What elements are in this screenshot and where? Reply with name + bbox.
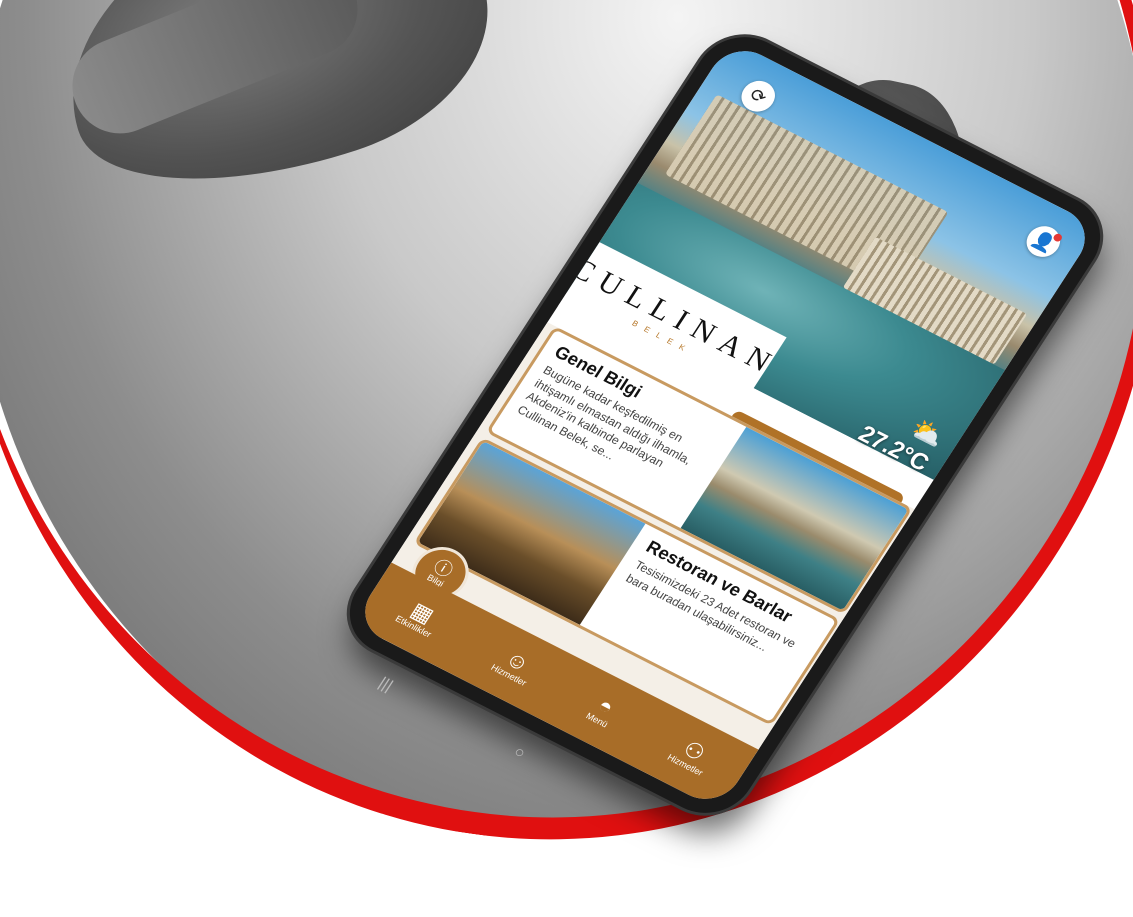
app-screen: ⟳ 👤 CULLINAN BELEK ⛅ 27.2°C Rezervasyon: [351, 39, 1099, 811]
phone-mockup: ⟳ 👤 CULLINAN BELEK ⛅ 27.2°C Rezervasyon: [0, 0, 1133, 843]
tab-menu[interactable]: ◓ Menü: [584, 692, 622, 730]
profile-button[interactable]: 👤: [1020, 220, 1067, 263]
tab-events[interactable]: ▦ Etkinlikler: [394, 595, 446, 639]
home-button[interactable]: ○: [510, 744, 528, 764]
refresh-icon: ⟳: [746, 83, 771, 108]
phone-body: ⟳ 👤 CULLINAN BELEK ⛅ 27.2°C Rezervasyon: [331, 21, 1119, 829]
recent-apps-button[interactable]: |||: [375, 675, 395, 696]
tab-services[interactable]: ☺ Hizmetler: [489, 644, 540, 688]
tab-family[interactable]: ⚇ Hizmetler: [666, 734, 717, 778]
user-icon: 👤: [1028, 227, 1060, 255]
